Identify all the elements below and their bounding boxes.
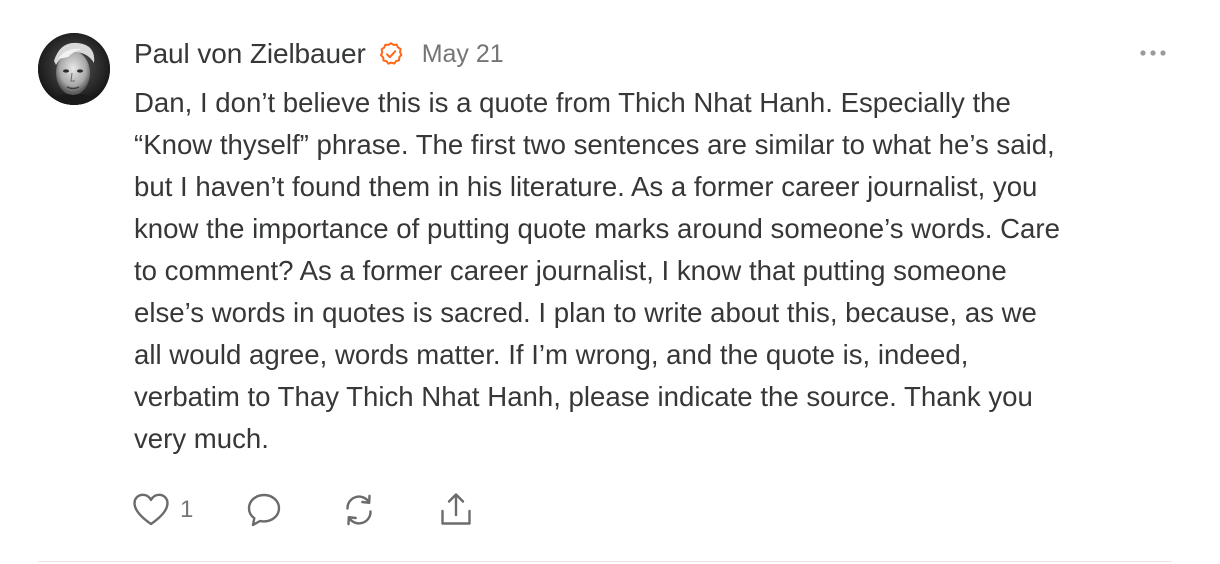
- divider: [38, 561, 1172, 562]
- comment-date[interactable]: May 21: [422, 40, 504, 69]
- restack-icon: [346, 494, 373, 526]
- share-icon: [441, 493, 472, 525]
- more-options-button[interactable]: [1136, 42, 1170, 64]
- avatar[interactable]: [38, 33, 110, 105]
- comment-actions: 1: [132, 488, 475, 532]
- share-button[interactable]: [437, 491, 475, 529]
- comment-body: Dan, I don’t believe this is a quote fro…: [134, 87, 1060, 454]
- reply-button[interactable]: [245, 491, 283, 529]
- verified-badge-icon: [378, 41, 404, 67]
- heart-icon: [133, 493, 169, 526]
- like-count: 1: [180, 496, 194, 523]
- comment-card: Paul von Zielbauer May 21 Dan, I don’t b…: [0, 0, 1220, 564]
- author-name[interactable]: Paul von Zielbauer: [134, 38, 366, 70]
- comment-header: Paul von Zielbauer May 21: [134, 36, 504, 72]
- like-button[interactable]: 1: [132, 492, 193, 528]
- avatar-photo: [38, 33, 110, 105]
- restack-button[interactable]: [340, 491, 378, 529]
- comment-bubble-icon: [248, 493, 281, 527]
- more-horizontal-icon: [1140, 50, 1166, 56]
